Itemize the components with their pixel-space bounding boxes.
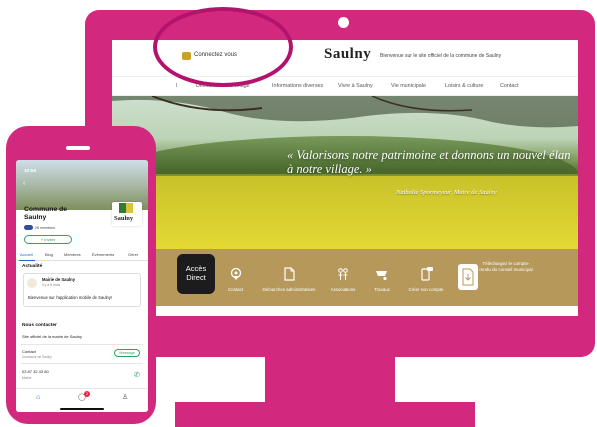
nav-item-partial[interactable]: l — [176, 83, 177, 89]
post-author: Mairie de Saulny — [42, 277, 76, 282]
notification-badge: 2 — [84, 391, 90, 397]
monitor-stand — [265, 357, 395, 402]
tab-accueil[interactable]: Accueil — [20, 252, 33, 257]
site-brand[interactable]: Saulny — [324, 46, 371, 63]
access-item-associations[interactable]: Associations — [326, 267, 360, 292]
highlight-circle — [153, 7, 293, 87]
post-time: Il y a 8 mois — [42, 283, 61, 287]
post-card[interactable] — [23, 273, 141, 307]
official-site-link[interactable]: Site officiel de la mairie de Saulny — [22, 334, 82, 339]
nav-item-informations[interactable]: Informations diverses — [272, 83, 323, 89]
phone-chat-icon — [421, 267, 433, 281]
tab-gerer[interactable]: Gérer — [128, 252, 138, 257]
mobile-app-screen: 10:50 ‹ Saulny Commune de Saulny 26 memb… — [16, 160, 148, 412]
access-item-travaux[interactable]: Travaux — [370, 267, 394, 292]
monitor-camera — [338, 17, 349, 28]
members-avatars-icon — [24, 225, 33, 230]
nav-item-vie-municipale[interactable]: Vie municipale — [391, 83, 426, 89]
access-item-label: Associations — [330, 287, 356, 292]
acces-direct-label: Accès Direct — [177, 254, 215, 294]
people-icon — [338, 268, 348, 280]
document-icon — [284, 267, 295, 281]
access-item-label: Contact — [228, 287, 244, 292]
site-tagline: Bienvenue sur le site officiel de la com… — [380, 53, 502, 59]
home-indicator — [60, 408, 104, 410]
avatar — [27, 278, 37, 288]
hero-quote: « Valorisons notre patrimoine et donnons… — [287, 148, 571, 176]
message-button[interactable]: Message — [114, 349, 140, 357]
contact-sub: Commune de Saulny — [22, 355, 52, 359]
nav-item-vivre[interactable]: Vivre à Saulny — [338, 83, 373, 89]
invite-button[interactable]: + Inviter — [24, 235, 72, 244]
app-tabs: Accueil Blog Membres Évènements Gérer — [16, 251, 148, 261]
contact-label: Contact — [22, 349, 36, 354]
section-actualite: Actualité — [22, 264, 43, 269]
commune-title: Commune de Saulny — [24, 206, 68, 221]
tab-evenements[interactable]: Évènements — [92, 252, 114, 257]
back-arrow-icon[interactable]: ‹ — [23, 180, 25, 187]
phone-sub: Mobile — [22, 376, 32, 380]
website-screen: Connectez vous Saulny Bienvenue sur le s… — [112, 40, 578, 316]
access-item-label: Démarches administratives — [262, 287, 316, 292]
tab-blog[interactable]: Blog — [45, 252, 53, 257]
divider — [21, 363, 143, 364]
access-item-contact[interactable]: Contact — [228, 267, 243, 292]
post-text: Bienvenue sur l'application mobile de Sa… — [28, 295, 113, 300]
download-cr-link[interactable]: Téléchargez le compte-rendu du conseil m… — [479, 261, 533, 272]
nav-item-contact[interactable]: Contact — [500, 83, 519, 89]
access-item-demarches[interactable]: Démarches administratives — [256, 267, 322, 292]
location-pin-icon — [230, 267, 241, 280]
phone-speaker — [66, 146, 90, 150]
status-time: 10:50 — [24, 169, 37, 174]
members-count[interactable]: 26 membres — [35, 226, 55, 230]
tree-branches-image — [112, 96, 578, 128]
hero-banner: « Valorisons notre patrimoine et donnons… — [112, 96, 578, 249]
divider — [21, 344, 143, 345]
home-icon[interactable]: ⌂ — [36, 394, 40, 401]
access-item-label: Travaux — [374, 287, 390, 292]
phone-number[interactable]: 03 87 32 43 80 — [22, 369, 49, 374]
rapeseed-field — [112, 176, 578, 249]
access-item-creer-compte[interactable]: Créer son compte — [404, 267, 448, 292]
access-item-label: Créer son compte — [408, 287, 444, 292]
profile-icon[interactable]: ♙ — [122, 393, 128, 401]
phone-call-icon[interactable]: ✆ — [134, 371, 140, 379]
commune-logo-name: Saulny — [114, 215, 134, 222]
commune-flag-icon — [119, 203, 133, 213]
nav-item-loisirs[interactable]: Loisirs & culture — [445, 83, 483, 89]
download-document-icon[interactable] — [458, 264, 478, 290]
monitor-base — [175, 402, 475, 427]
tab-membres[interactable]: Membres — [64, 252, 81, 257]
hero-quote-author: Nathalie Spormeyeur, Maire de Saulny — [396, 189, 497, 196]
wheelbarrow-icon — [376, 271, 387, 281]
active-tab-indicator — [19, 260, 35, 261]
section-contact: Nous contacter — [22, 323, 57, 328]
